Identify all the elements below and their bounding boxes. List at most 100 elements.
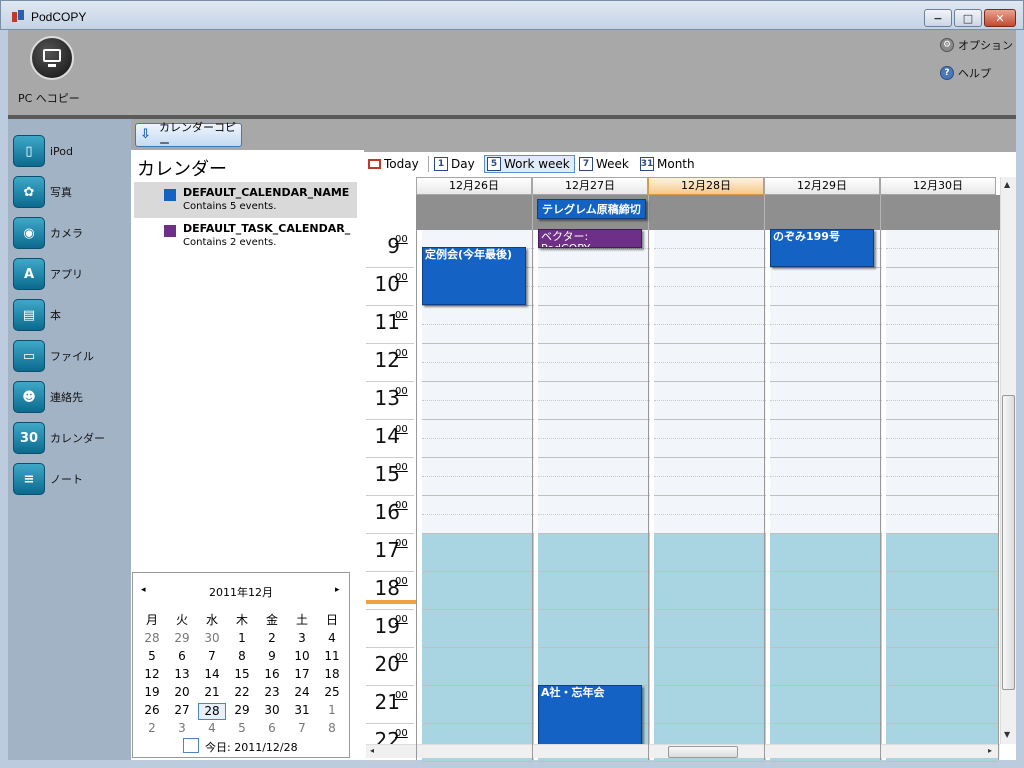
mini-calendar-day[interactable]: 8: [317, 721, 347, 735]
mini-calendar-day[interactable]: 31: [287, 703, 317, 717]
time-slot[interactable]: [422, 648, 534, 667]
time-slot[interactable]: [538, 515, 650, 534]
time-slot[interactable]: [770, 534, 882, 553]
mini-calendar-day[interactable]: 20: [167, 685, 197, 699]
mini-next-month-button[interactable]: ▸: [335, 585, 340, 595]
mini-calendar-day[interactable]: 4: [317, 631, 347, 645]
calendar-event[interactable]: A社・忘年会: [538, 685, 642, 745]
time-slot[interactable]: [886, 306, 998, 325]
calendar-event[interactable]: 定例会(今年最後): [422, 247, 526, 305]
time-slot[interactable]: [422, 325, 534, 344]
time-slot[interactable]: [770, 306, 882, 325]
today-checkbox[interactable]: [183, 738, 199, 753]
mini-calendar-day[interactable]: 1: [317, 703, 347, 717]
time-slot[interactable]: [770, 724, 882, 743]
time-slot[interactable]: [886, 667, 998, 686]
time-slot[interactable]: [770, 477, 882, 496]
calendar-event[interactable]: ベクター: PodCOPY: [538, 229, 642, 248]
mini-calendar-day[interactable]: 21: [197, 685, 227, 699]
time-slot[interactable]: [886, 439, 998, 458]
time-slot[interactable]: [538, 648, 650, 667]
mini-calendar-day[interactable]: 7: [287, 721, 317, 735]
time-slot[interactable]: [770, 705, 882, 724]
time-slot[interactable]: [538, 591, 650, 610]
time-slot[interactable]: [886, 401, 998, 420]
mini-calendar-day[interactable]: 30: [257, 703, 287, 717]
mini-calendar-day[interactable]: 7: [197, 649, 227, 663]
mini-calendar-day[interactable]: 3: [287, 631, 317, 645]
time-slot[interactable]: [422, 610, 534, 629]
mini-calendar-day[interactable]: 1: [227, 631, 257, 645]
time-slot[interactable]: [654, 553, 766, 572]
mini-calendar-day[interactable]: 17: [287, 667, 317, 681]
view-tab[interactable]: 7 Week: [579, 155, 629, 173]
time-slot[interactable]: [538, 477, 650, 496]
time-slot[interactable]: [770, 591, 882, 610]
time-slot[interactable]: [886, 515, 998, 534]
time-slot[interactable]: [422, 686, 534, 705]
time-slot[interactable]: [886, 553, 998, 572]
time-slot[interactable]: [770, 515, 882, 534]
time-slot[interactable]: [770, 496, 882, 515]
time-slot[interactable]: [770, 610, 882, 629]
time-slot[interactable]: [538, 382, 650, 401]
time-slot[interactable]: [538, 268, 650, 287]
time-slot[interactable]: [422, 553, 534, 572]
horizontal-scroll-thumb[interactable]: [668, 746, 738, 758]
mini-calendar-day[interactable]: 6: [167, 649, 197, 663]
mini-calendar-day[interactable]: 25: [317, 685, 347, 699]
time-slot[interactable]: [770, 268, 882, 287]
day-column[interactable]: [422, 230, 534, 762]
mini-calendar-day[interactable]: 29: [167, 631, 197, 645]
time-slot[interactable]: [422, 629, 534, 648]
minimize-button[interactable]: −: [924, 9, 952, 27]
time-slot[interactable]: [886, 534, 998, 553]
time-slot[interactable]: [654, 306, 766, 325]
time-slot[interactable]: [422, 534, 534, 553]
time-slot[interactable]: [770, 401, 882, 420]
day-column-header[interactable]: 12月28日: [648, 177, 764, 195]
time-slot[interactable]: [538, 610, 650, 629]
time-slot[interactable]: [654, 420, 766, 439]
time-slot[interactable]: [654, 401, 766, 420]
mini-calendar-day[interactable]: 8: [227, 649, 257, 663]
mini-calendar-day[interactable]: 3: [167, 721, 197, 735]
time-slot[interactable]: [886, 648, 998, 667]
sidebar-item[interactable]: A アプリ: [13, 257, 128, 291]
mini-calendar-day[interactable]: 12: [137, 667, 167, 681]
time-slot[interactable]: [886, 724, 998, 743]
sidebar-item[interactable]: ▭ ファイル: [13, 339, 128, 373]
time-slot[interactable]: [770, 553, 882, 572]
time-slot[interactable]: [886, 629, 998, 648]
time-slot[interactable]: [422, 515, 534, 534]
time-slot[interactable]: [538, 553, 650, 572]
time-slot[interactable]: [886, 705, 998, 724]
view-tab[interactable]: 1 Day: [434, 155, 475, 173]
all-day-event[interactable]: テレグレム原稿締切: [537, 199, 646, 219]
mini-calendar-day[interactable]: 28: [198, 703, 226, 720]
time-slot[interactable]: [654, 705, 766, 724]
scroll-down-icon[interactable]: ▼: [1004, 730, 1010, 739]
time-slot[interactable]: [654, 496, 766, 515]
time-slot[interactable]: [422, 382, 534, 401]
mini-calendar-day[interactable]: 6: [257, 721, 287, 735]
mini-calendar-day[interactable]: 18: [317, 667, 347, 681]
calendar-entry[interactable]: DEFAULT_CALENDAR_NAME Contains 5 events.: [134, 182, 357, 218]
time-slot[interactable]: [886, 268, 998, 287]
mini-calendar-day[interactable]: 16: [257, 667, 287, 681]
mini-calendar-day[interactable]: 30: [197, 631, 227, 645]
mini-calendar-day[interactable]: 2: [257, 631, 287, 645]
time-slot[interactable]: [422, 724, 534, 743]
sidebar-item[interactable]: ✿ 写真: [13, 175, 128, 209]
mini-calendar-day[interactable]: 23: [257, 685, 287, 699]
time-slot[interactable]: [886, 477, 998, 496]
sidebar-item[interactable]: ▤ 本: [13, 298, 128, 332]
calendar-copy-button[interactable]: ⇩ カレンダーコピー: [135, 121, 242, 150]
time-slot[interactable]: [770, 382, 882, 401]
mini-calendar-day[interactable]: 11: [317, 649, 347, 663]
today-label[interactable]: 今日: 2011/12/28: [205, 739, 298, 755]
day-column[interactable]: [538, 230, 650, 762]
sidebar-item[interactable]: ▯ iPod: [13, 134, 128, 168]
time-slot[interactable]: [538, 667, 650, 686]
time-slot[interactable]: [422, 496, 534, 515]
